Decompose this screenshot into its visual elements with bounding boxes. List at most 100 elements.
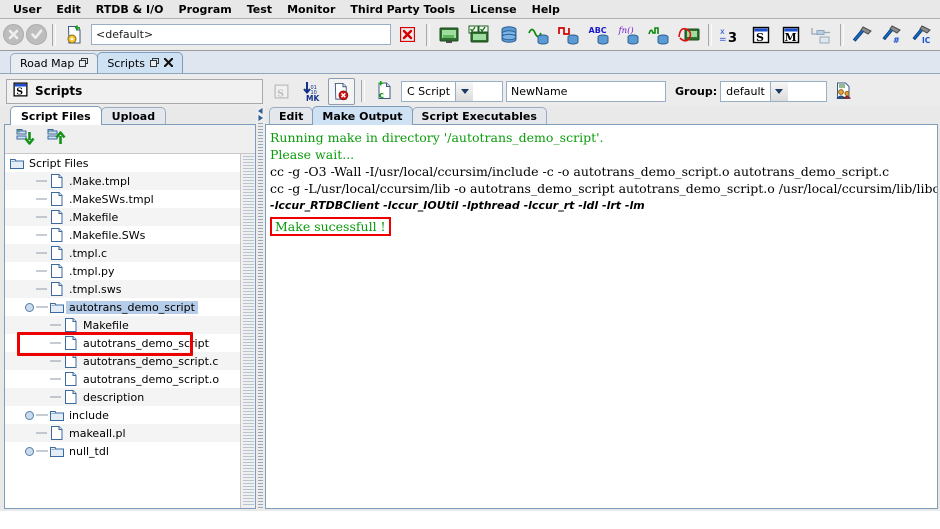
tree-item[interactable]: autotrans_demo_script	[5, 298, 240, 316]
tree-item[interactable]: .MakeSWs.tmpl	[5, 190, 240, 208]
menu-item-monitor[interactable]: Monitor	[280, 2, 342, 17]
menu-item-edit[interactable]: Edit	[49, 2, 87, 17]
svg-text:S: S	[756, 31, 764, 44]
split-pane: Script Files Upload + - Script Files .Ma…	[0, 106, 940, 511]
tree-vertical-scrollbar[interactable]	[240, 154, 255, 508]
tree-connector	[23, 424, 49, 442]
tree-item[interactable]: .tmpl.c	[5, 244, 240, 262]
address-input[interactable]: <default>	[91, 24, 391, 45]
chevron-down-icon-group[interactable]	[769, 81, 788, 101]
toolbar-separator-3	[708, 23, 712, 46]
menu-item-help[interactable]: Help	[525, 2, 567, 17]
hammer-hash-button[interactable]: #	[879, 21, 907, 49]
tree-item-label: makeall.pl	[69, 426, 126, 440]
menu-item-rtdb-i-o[interactable]: RTDB & I/O	[89, 2, 171, 17]
hammer-button[interactable]	[849, 21, 877, 49]
tree-toggle-icon[interactable]	[23, 302, 36, 312]
tree-connector	[23, 244, 49, 262]
database-button[interactable]	[495, 21, 523, 49]
pulse-button[interactable]	[645, 21, 673, 49]
menu-item-user[interactable]: User	[6, 2, 48, 17]
stop-button[interactable]	[3, 24, 24, 45]
panel-header-row: S Scripts S 01 10 MK c C Script NewName …	[0, 74, 940, 106]
output-line: cc -g -O3 -Wall -I/usr/local/ccursim/inc…	[270, 164, 890, 179]
window-tab-scripts[interactable]: Scripts	[97, 52, 183, 73]
split-divider[interactable]	[256, 106, 265, 509]
tab-edit[interactable]: Edit	[269, 107, 314, 125]
close-icon[interactable]	[163, 57, 174, 70]
connector-button[interactable]	[807, 21, 835, 49]
tab-script-files[interactable]: Script Files	[10, 106, 102, 125]
export-up-button[interactable]: -	[43, 126, 70, 153]
red-x-button[interactable]	[393, 21, 421, 49]
group-select[interactable]: default	[720, 80, 828, 102]
tab-upload[interactable]: Upload	[100, 107, 167, 125]
tree-connector	[37, 370, 63, 388]
users-group-button[interactable]	[830, 78, 857, 105]
tree-item[interactable]: .Makefile.SWs	[5, 226, 240, 244]
menu-item-third-party-tools[interactable]: Third Party Tools	[343, 2, 462, 17]
file-icon	[49, 264, 64, 278]
tree-item[interactable]: include	[5, 406, 240, 424]
analog-signal-button[interactable]	[525, 21, 553, 49]
tree-toggle-icon[interactable]	[23, 410, 36, 420]
scripts-window-button[interactable]: S	[747, 21, 775, 49]
restore-window-icon[interactable]	[79, 57, 89, 70]
hammer-ic-button[interactable]: IC	[909, 21, 937, 49]
tree-item[interactable]: autotrans_demo_script.o	[5, 370, 240, 388]
tree-item-label: .MakeSWs.tmpl	[69, 192, 154, 206]
string-signal-button[interactable]: ABC	[585, 21, 613, 49]
scrollbar-thumb[interactable]	[242, 156, 254, 506]
tree-item[interactable]: autotrans_demo_script.c	[5, 352, 240, 370]
new-c-script-button[interactable]: c	[371, 78, 398, 105]
tree-item[interactable]: Makefile	[5, 316, 240, 334]
content-area: S Scripts S 01 10 MK c C Script NewName …	[0, 74, 940, 511]
monitor-checklist-button[interactable]	[465, 21, 493, 49]
tree-item[interactable]: .Makefile	[5, 208, 240, 226]
menu-item-test[interactable]: Test	[240, 2, 279, 17]
tab-script-executables[interactable]: Script Executables	[411, 107, 547, 125]
window-tab-label: Road Map	[20, 57, 75, 70]
function-button[interactable]: fn()	[615, 21, 643, 49]
tree-item[interactable]: .tmpl.sws	[5, 280, 240, 298]
tree-item-label: Makefile	[83, 318, 129, 332]
file-icon	[63, 372, 78, 386]
x-equals-3-button[interactable]: x = 3	[717, 21, 745, 49]
chevron-down-icon[interactable]	[455, 81, 474, 101]
models-window-button[interactable]: M	[777, 21, 805, 49]
ok-button[interactable]	[26, 24, 47, 45]
import-down-button[interactable]: +	[12, 126, 39, 153]
tree-item[interactable]: makeall.pl	[5, 424, 240, 442]
delete-script-button[interactable]	[328, 77, 355, 105]
menu-item-program[interactable]: Program	[172, 2, 239, 17]
scope-monitor-button[interactable]	[675, 21, 703, 49]
svg-text:M: M	[785, 31, 797, 44]
tree-item[interactable]: null_tdl	[5, 442, 240, 460]
new-document-button[interactable]	[61, 21, 89, 49]
script-type-select[interactable]: C Script	[401, 80, 503, 102]
file-icon	[49, 246, 64, 260]
right-panel: Edit Make Output Script Executables Runnin…	[265, 106, 938, 509]
script-name-input[interactable]: NewName	[506, 80, 666, 102]
editor-tab-bar: Edit Make Output Script Executables	[265, 106, 938, 125]
window-tab-bar: Road Map Scripts	[0, 51, 940, 74]
monitor-button[interactable]	[435, 21, 463, 49]
tree-item[interactable]: .Make.tmpl	[5, 172, 240, 190]
s-disabled-icon: S	[268, 78, 295, 105]
divider-grip[interactable]	[258, 123, 263, 509]
script-files-tree[interactable]: Script Files .Make.tmpl .MakeSWs.tmpl .Make…	[5, 154, 240, 508]
window-tab-road-map[interactable]: Road Map	[10, 53, 99, 73]
script-toolbar-separator	[361, 80, 365, 102]
menu-item-license[interactable]: License	[463, 2, 524, 17]
tree-item[interactable]: Script Files	[5, 154, 240, 172]
divider-collapse-arrows[interactable]	[257, 108, 264, 121]
tree-item[interactable]: description	[5, 388, 240, 406]
tree-item[interactable]: autotrans_demo_script	[5, 334, 240, 352]
make-button[interactable]: 01 10 MK	[298, 78, 325, 105]
tree-toggle-icon[interactable]	[23, 446, 36, 456]
tree-item[interactable]: .tmpl.py	[5, 262, 240, 280]
restore-window-icon[interactable]	[149, 57, 159, 70]
make-output-view[interactable]: Running make in directory '/autotrans_de…	[265, 124, 938, 509]
tab-make-output[interactable]: Make Output	[312, 106, 413, 125]
digital-signal-button[interactable]	[555, 21, 583, 49]
